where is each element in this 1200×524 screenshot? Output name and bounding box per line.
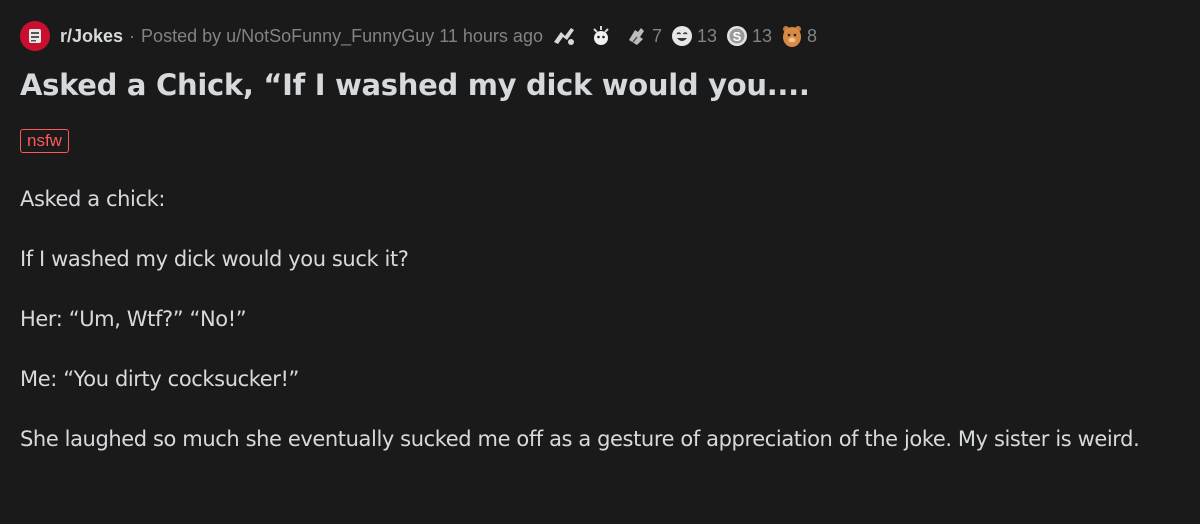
subreddit-link[interactable]: r/Jokes (60, 26, 123, 47)
hand-award-icon (628, 28, 644, 45)
laughing-face-award-icon (671, 26, 692, 46)
award-6[interactable]: 8 (780, 23, 817, 49)
wholesome-award-icon (593, 26, 609, 45)
post-body: Asked a chick: If I washed my dick would… (20, 182, 1185, 456)
bear-award-icon (783, 26, 802, 47)
body-paragraph: She laughed so much she eventually sucke… (20, 427, 1140, 451)
svg-text:S: S (733, 29, 742, 44)
award-3[interactable]: 7 (625, 24, 662, 48)
award-4[interactable]: 13 (670, 24, 717, 48)
body-paragraph: Asked a chick: (20, 187, 166, 211)
body-paragraph: Me: “You dirty cocksucker!” (20, 367, 300, 391)
meta-separator: · (129, 25, 136, 46)
nsfw-badge: nsfw (20, 129, 69, 153)
award-1[interactable] (551, 24, 580, 48)
subreddit-icon[interactable] (20, 21, 50, 51)
posted-by-text: Posted by u/NotSoFunny_FunnyGuy 11 hours… (141, 25, 543, 46)
award-2[interactable] (588, 23, 617, 49)
rocket-like-award-icon (553, 28, 574, 45)
post-card: r/Jokes · Posted by u/NotSoFunny_FunnyGu… (0, 0, 1200, 524)
silver-award-icon: S (727, 26, 748, 46)
post-meta: r/Jokes · Posted by u/NotSoFunny_FunnyGu… (20, 20, 817, 52)
award-5[interactable]: S 13 (725, 24, 772, 48)
body-paragraph: If I washed my dick would you suck it? (20, 247, 409, 271)
post-title[interactable]: Asked a Chick, “If I washed my dick woul… (20, 68, 810, 102)
body-paragraph: Her: “Um, Wtf?” “No!” (20, 307, 247, 331)
